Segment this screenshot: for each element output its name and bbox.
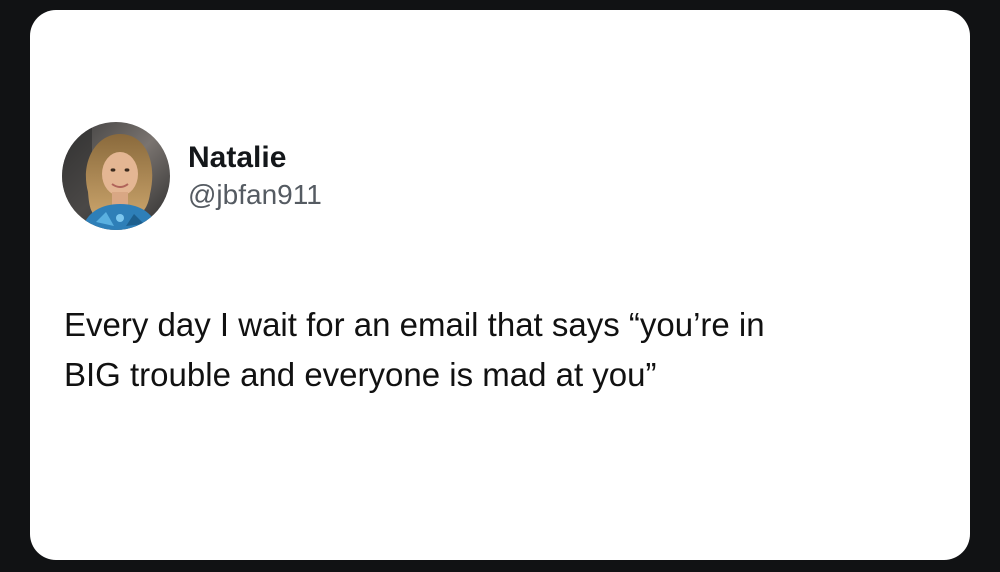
author-names: Natalie @jbfan911: [188, 140, 322, 212]
post-text: Every day I wait for an email that says …: [64, 300, 954, 400]
avatar-image: [62, 122, 170, 230]
post-text-line: BIG trouble and everyone is mad at you”: [64, 356, 657, 393]
author-display-name[interactable]: Natalie: [188, 140, 322, 176]
post-card: Natalie @jbfan911 Every day I wait for a…: [30, 10, 970, 560]
screenshot-frame: Natalie @jbfan911 Every day I wait for a…: [0, 0, 1000, 572]
avatar[interactable]: [62, 122, 170, 230]
author-handle[interactable]: @jbfan911: [188, 178, 322, 212]
post-text-line: Every day I wait for an email that says …: [64, 306, 765, 343]
post-header: Natalie @jbfan911: [62, 122, 322, 230]
